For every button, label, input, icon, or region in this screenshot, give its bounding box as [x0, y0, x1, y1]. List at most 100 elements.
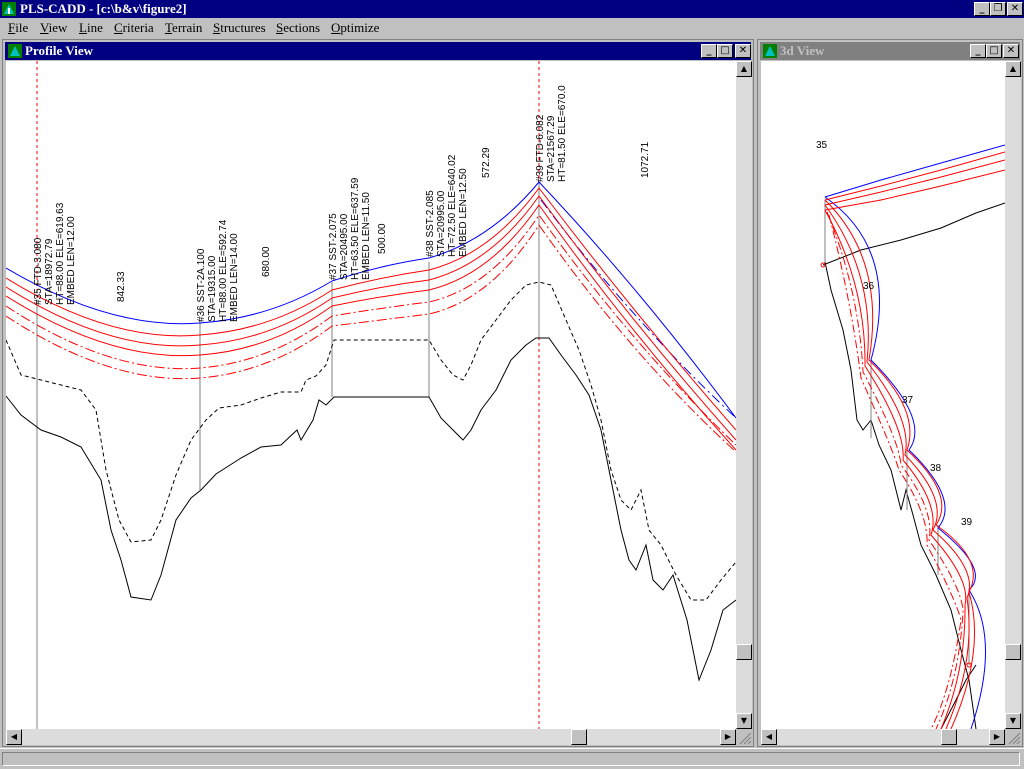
- profile-vertical-scrollbar[interactable]: ▲ ▼: [736, 61, 752, 729]
- 3d-scroll-up-button[interactable]: ▲: [1005, 61, 1021, 77]
- 3d-label: 36: [863, 281, 875, 292]
- svg-text:STA=20995.00: STA=20995.00: [436, 190, 447, 257]
- arrow-down-icon: ▼: [1009, 716, 1017, 725]
- svg-text:#39 FTD-6.082: #39 FTD-6.082: [535, 114, 546, 182]
- menu-bar: File View Line Criteria Terrain Structur…: [0, 18, 1024, 38]
- structure-labels: #35 FTD-3.080 STA=18972.79 HT=88.00 ELE=…: [33, 85, 568, 322]
- profile-view-window: Profile View _ □ ✕ #35 FTD-3.080 STA=189…: [2, 39, 754, 747]
- span-label: 500.00: [377, 223, 388, 254]
- 3d-conductors: [824, 151, 1005, 729]
- svg-text:EMBED LEN=12.50: EMBED LEN=12.50: [458, 168, 469, 257]
- profile-maximize-button[interactable]: □: [717, 44, 733, 58]
- minimize-icon: _: [979, 3, 985, 14]
- svg-text:EMBED LEN=12.00: EMBED LEN=12.00: [66, 216, 77, 305]
- 3d-scroll-right-button[interactable]: ▶: [989, 729, 1005, 745]
- structure-39-label: #39 FTD-6.082 STA=21567.29 HT=81.50 ELE=…: [535, 85, 568, 182]
- span-label: 842.33: [116, 271, 127, 302]
- profile-view-icon: [8, 44, 22, 58]
- arrow-left-icon: ◀: [765, 732, 773, 741]
- 3d-label: 39: [961, 517, 973, 528]
- profile-minimize-button[interactable]: _: [701, 44, 717, 58]
- 3d-maximize-button[interactable]: □: [986, 44, 1002, 58]
- svg-text:#35 FTD-3.080: #35 FTD-3.080: [33, 237, 44, 305]
- 3d-horizontal-thumb[interactable]: [941, 729, 957, 745]
- arrow-up-icon: ▲: [1009, 64, 1017, 73]
- svg-text:STA=18972.79: STA=18972.79: [44, 238, 55, 305]
- svg-text:HT=88.00 ELE=619.63: HT=88.00 ELE=619.63: [55, 202, 66, 305]
- 3d-drawing: 35 36 37 38 39: [816, 140, 1005, 729]
- menu-line[interactable]: Line: [79, 20, 103, 36]
- maximize-icon: □: [989, 45, 999, 56]
- 3d-conductors-swing: [826, 211, 964, 729]
- menu-view[interactable]: View: [40, 20, 67, 36]
- close-icon: ✕: [1006, 45, 1016, 56]
- structure-38-label: #38 SST-2.085 STA=20995.00 HT=72.50 ELE=…: [425, 154, 469, 257]
- minimize-icon: _: [975, 45, 981, 56]
- structure-36-label: #36 SST-2A.100 STA=19315.00 HT=88.00 ELE…: [196, 219, 240, 322]
- span-label: 1072.71: [640, 141, 651, 178]
- ground-profile: [6, 337, 736, 682]
- structure-poles: [36, 182, 540, 729]
- 3d-structure-labels: 35 36 37 38 39: [816, 140, 973, 528]
- app-close-button[interactable]: ✕: [1007, 2, 1023, 16]
- 3d-vertical-thumb[interactable]: [1005, 644, 1021, 660]
- 3d-scroll-down-button[interactable]: ▼: [1005, 713, 1021, 729]
- profile-horizontal-scrollbar[interactable]: ◀ ▶: [6, 729, 736, 745]
- menu-criteria[interactable]: Criteria: [114, 20, 154, 36]
- 3d-horizontal-scrollbar[interactable]: ◀ ▶: [761, 729, 1005, 745]
- svg-text:#36 SST-2A.100: #36 SST-2A.100: [196, 248, 207, 322]
- profile-scroll-left-button[interactable]: ◀: [6, 729, 22, 745]
- status-panel: [2, 752, 1020, 766]
- arrow-right-icon: ▶: [724, 732, 732, 741]
- menu-file[interactable]: File: [8, 20, 28, 36]
- menu-optimize[interactable]: Optimize: [331, 20, 379, 36]
- 3d-vertical-scrollbar[interactable]: ▲ ▼: [1005, 61, 1021, 729]
- profile-scroll-right-button[interactable]: ▶: [720, 729, 736, 745]
- 3d-label: 38: [930, 463, 942, 474]
- profile-drawing: #35 FTD-3.080 STA=18972.79 HT=88.00 ELE=…: [6, 61, 736, 729]
- 3d-view-icon: [763, 44, 777, 58]
- 3d-shield-wire: [824, 144, 1005, 198]
- 3d-size-grip[interactable]: [1005, 729, 1021, 745]
- profile-close-button[interactable]: ✕: [735, 44, 751, 58]
- 3d-view-caption: 3d View _ □ ✕: [760, 42, 1020, 60]
- arrow-down-icon: ▼: [740, 716, 748, 725]
- profile-view-title: Profile View: [25, 43, 93, 58]
- close-icon: ✕: [1010, 3, 1020, 14]
- svg-text:#37 SST-2.075: #37 SST-2.075: [328, 213, 339, 280]
- app-minimize-button[interactable]: _: [974, 2, 990, 16]
- 3d-close-button[interactable]: ✕: [1003, 44, 1019, 58]
- 3d-canvas[interactable]: 35 36 37 38 39: [761, 61, 1005, 729]
- svg-text:HT=63.50 ELE=637.59: HT=63.50 ELE=637.59: [350, 177, 361, 280]
- maximize-icon: □: [720, 45, 730, 56]
- svg-text:STA=19315.00: STA=19315.00: [207, 255, 218, 322]
- arrow-right-icon: ▶: [993, 732, 1001, 741]
- arrow-up-icon: ▲: [740, 64, 748, 73]
- profile-scroll-up-button[interactable]: ▲: [736, 61, 752, 77]
- span-label: 572.29: [481, 147, 492, 178]
- profile-horizontal-thumb[interactable]: [571, 729, 587, 745]
- size-grip-icon: [1008, 732, 1021, 745]
- 3d-scroll-left-button[interactable]: ◀: [761, 729, 777, 745]
- structure-37-label: #37 SST-2.075 STA=20495.00 HT=63.50 ELE=…: [328, 177, 372, 280]
- svg-text:STA=21567.29: STA=21567.29: [546, 115, 557, 182]
- profile-vertical-thumb[interactable]: [736, 644, 752, 660]
- svg-text:HT=88.00 ELE=592.74: HT=88.00 ELE=592.74: [218, 219, 229, 322]
- app-title-bar: PLS-CADD - [c:\b&v\figure2] _ ❐ ✕: [0, 0, 1024, 18]
- 3d-view-window: 3d View _ □ ✕ 35 36 37 38 39 ▲ ▼ ◀ ▶: [757, 39, 1023, 747]
- arrow-left-icon: ◀: [10, 732, 18, 741]
- profile-size-grip[interactable]: [736, 729, 752, 745]
- profile-canvas[interactable]: #35 FTD-3.080 STA=18972.79 HT=88.00 ELE=…: [6, 61, 736, 729]
- shield-wire-dashed: [540, 199, 736, 419]
- app-restore-button[interactable]: ❐: [990, 2, 1006, 16]
- span-label: 680.00: [261, 246, 272, 277]
- menu-terrain[interactable]: Terrain: [165, 20, 202, 36]
- 3d-minimize-button[interactable]: _: [970, 44, 986, 58]
- profile-scroll-down-button[interactable]: ▼: [736, 713, 752, 729]
- menu-sections[interactable]: Sections: [276, 20, 320, 36]
- menu-structures[interactable]: Structures: [213, 20, 266, 36]
- 3d-ground-line: [824, 261, 977, 729]
- svg-text:HT=72.50 ELE=640.02: HT=72.50 ELE=640.02: [447, 154, 458, 257]
- 3d-terrain-line: [822, 202, 1005, 266]
- profile-view-caption: Profile View _ □ ✕: [5, 42, 751, 60]
